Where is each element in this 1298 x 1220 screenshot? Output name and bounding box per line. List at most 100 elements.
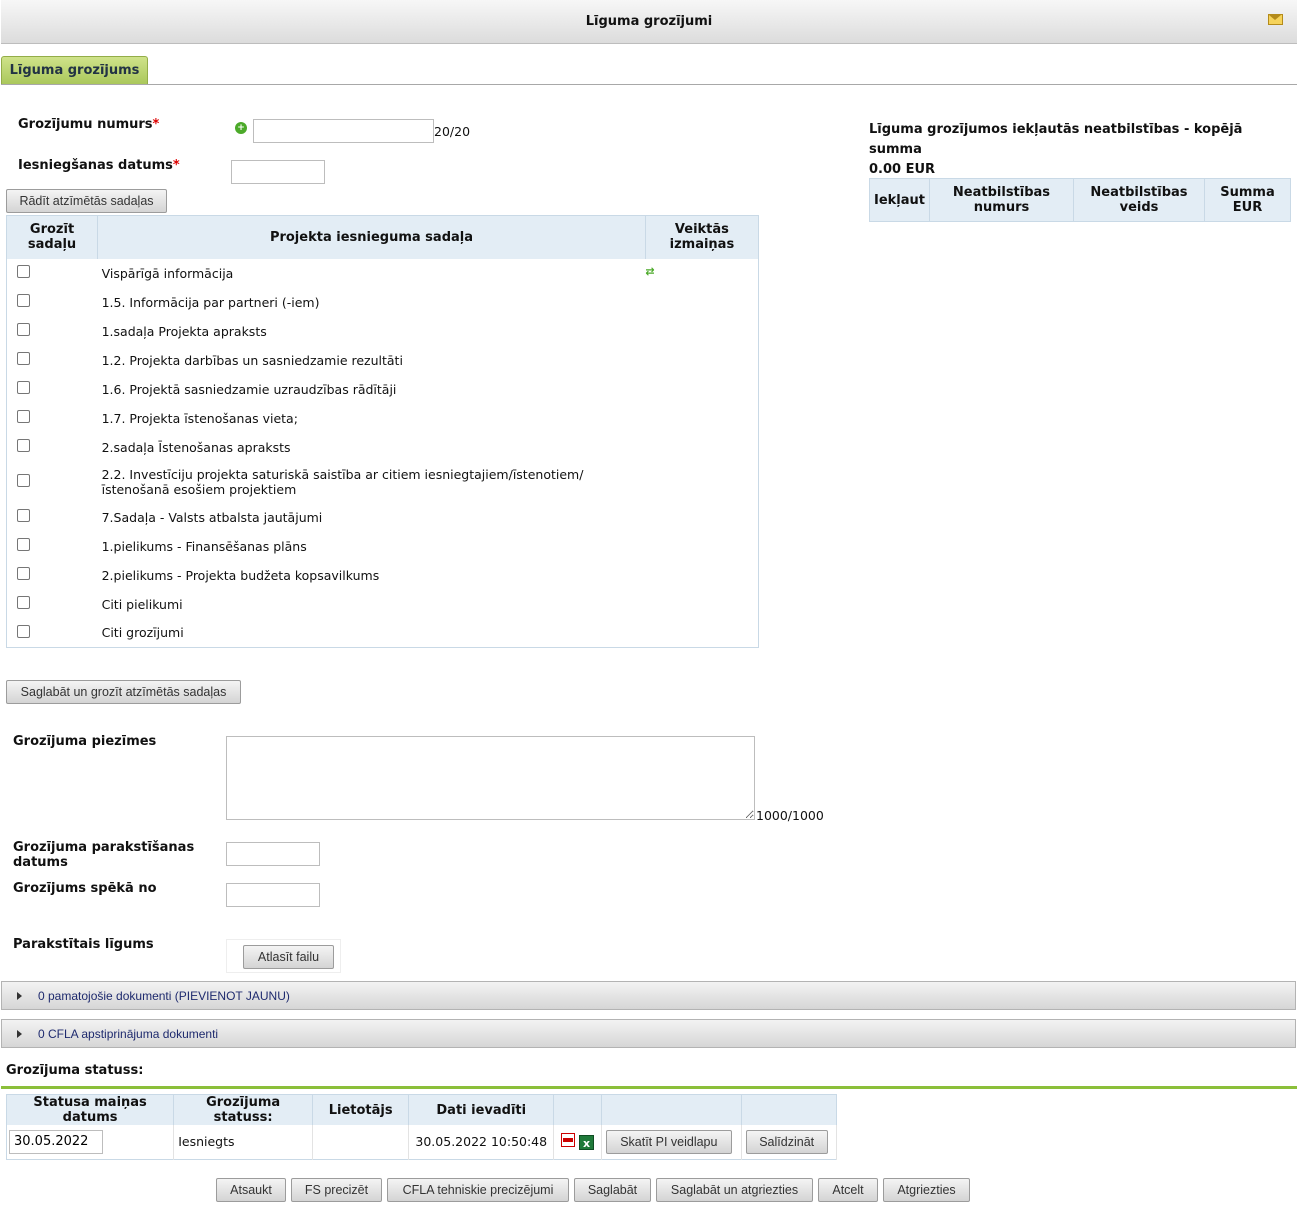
header-amendment-status: Grozījuma statuss: <box>173 1094 314 1125</box>
supporting-documents-accordion[interactable]: 0 pamatojošie dokumenti (PIEVIENOT JAUNU… <box>1 981 1296 1010</box>
section-row: 2.2. Investīciju projekta saturiskā sais… <box>7 462 759 503</box>
section-label: Vispārīgā informācija <box>101 265 234 281</box>
section-row: 1.sadaļa Projekta apraksts <box>7 317 759 346</box>
amendment-number-input[interactable] <box>253 119 434 143</box>
submission-date-input[interactable] <box>231 160 325 184</box>
excel-icon[interactable]: x <box>579 1135 594 1151</box>
save-and-return-button[interactable]: Saglabāt un atgriezties <box>656 1178 813 1202</box>
section-label: 1.2. Projekta darbības un sasniedzamie r… <box>101 352 403 368</box>
tab-divider <box>1 84 1297 85</box>
section-checkbox[interactable] <box>17 352 30 365</box>
section-changes-cell <box>645 375 758 404</box>
header-change-section: Grozīt sadaļu <box>6 215 99 259</box>
save-button[interactable]: Saglabāt <box>574 1178 651 1202</box>
header-data-entered: Dati ievadīti <box>408 1094 555 1125</box>
section-checkbox[interactable] <box>17 509 30 522</box>
add-number-icon[interactable]: + <box>235 122 247 134</box>
compare-button[interactable]: Salīdzināt <box>745 1129 828 1154</box>
return-button[interactable]: Atgriezties <box>883 1178 970 1202</box>
section-checkbox[interactable] <box>17 474 30 487</box>
status-user <box>312 1125 410 1159</box>
section-checkbox-cell <box>7 259 98 288</box>
effective-date-input[interactable] <box>226 883 320 907</box>
section-checkbox[interactable] <box>17 624 30 638</box>
section-changes-cell <box>645 590 758 619</box>
status-row: Iesniegts 30.05.2022 10:50:48 x Skatīt P… <box>6 1125 838 1159</box>
cancel-button[interactable]: Atcelt <box>818 1178 878 1202</box>
section-row: 2.pielikums - Projekta budžeta kopsavilk… <box>7 561 759 590</box>
status-section-label: Grozījuma statuss: <box>6 1063 144 1078</box>
changes-made-icon[interactable]: ⇄ <box>645 265 654 278</box>
section-changes-cell <box>645 532 758 561</box>
nonconformities-header: Iekļaut Neatbilstības numurs Neatbilstīb… <box>869 178 1291 222</box>
notes-textarea[interactable] <box>226 736 755 820</box>
sections-table: Grozīt sadaļu Projekta iesnieguma sadaļa… <box>6 215 759 648</box>
view-cell: Skatīt PI veidlapu <box>601 1125 742 1159</box>
show-marked-sections-button[interactable]: Rādīt atzīmētās sadaļas <box>6 189 167 213</box>
section-checkbox-cell <box>7 532 98 561</box>
section-checkbox-cell <box>7 346 98 375</box>
section-checkbox[interactable] <box>17 294 30 307</box>
save-and-change-sections-button[interactable]: Saglabāt un grozīt atzīmētās sadaļas <box>6 680 241 704</box>
section-changes-cell <box>645 346 758 375</box>
revoke-button[interactable]: Atsaukt <box>216 1178 286 1202</box>
section-row: 2.sadaļa Īstenošanas apraksts <box>7 433 759 462</box>
section-checkbox[interactable] <box>17 265 30 278</box>
section-changes-cell <box>645 404 758 433</box>
compare-cell: Salīdzināt <box>741 1125 838 1159</box>
section-checkbox[interactable] <box>17 323 30 336</box>
section-checkbox-cell <box>7 561 98 590</box>
section-label: Citi grozījumi <box>101 625 184 641</box>
view-pi-form-button[interactable]: Skatīt PI veidlapu <box>605 1129 732 1154</box>
section-checkbox-cell <box>7 462 98 503</box>
section-label: Citi pielikumi <box>101 596 183 612</box>
cfla-documents-accordion[interactable]: 0 CFLA apstiprinājuma dokumenti <box>1 1019 1296 1048</box>
section-checkbox[interactable] <box>17 596 30 609</box>
section-label: 1.sadaļa Projekta apraksts <box>101 323 267 339</box>
amendment-number-counter: 20/20 <box>434 124 471 139</box>
status-value: Iesniegts <box>173 1125 314 1159</box>
section-changes-cell <box>645 619 758 648</box>
section-changes-cell <box>645 288 758 317</box>
mail-icon[interactable] <box>1268 14 1283 25</box>
section-checkbox[interactable] <box>17 567 30 580</box>
header-user: Lietotājs <box>312 1094 410 1125</box>
section-label: 1.pielikums - Finansēšanas plāns <box>101 538 307 554</box>
header-view <box>601 1094 742 1125</box>
signing-date-label: Grozījuma parakstīšanas datums <box>13 840 195 870</box>
header-changes-made: Veiktās izmaiņas <box>645 215 759 259</box>
section-label: 1.6. Projektā sasniedzamie uzraudzības r… <box>101 381 397 397</box>
header-project-section: Projekta iesnieguma sadaļa <box>97 215 646 259</box>
title-bar: Līguma grozījumi <box>1 0 1297 44</box>
nonconformities-summary: Līguma grozījumos iekļautās neatbilstība… <box>869 120 1289 180</box>
tab-contract-amendment[interactable]: Līguma grozījums <box>1 56 148 85</box>
section-checkbox-cell <box>7 404 98 433</box>
export-cell: x <box>553 1125 602 1159</box>
section-label: 1.5. Informācija par partneri (-iem) <box>101 294 320 310</box>
section-checkbox-cell <box>7 375 98 404</box>
section-row: 1.2. Projekta darbības un sasniedzamie r… <box>7 346 759 375</box>
window-title: Līguma grozījumi <box>585 14 713 29</box>
section-checkbox[interactable] <box>17 439 30 452</box>
notes-label: Grozījuma piezīmes <box>13 734 157 749</box>
expand-arrow-icon <box>17 992 22 1000</box>
effective-date-label: Grozījums spēkā no <box>13 881 157 896</box>
header-compare <box>741 1094 838 1125</box>
cfla-documents-label: 0 CFLA apstiprinājuma dokumenti <box>38 1027 219 1041</box>
section-checkbox-cell <box>7 503 98 532</box>
header-nonconformity-number: Neatbilstības numurs <box>929 178 1074 222</box>
signing-date-input[interactable] <box>226 842 320 866</box>
header-nonconformity-type: Neatbilstības veids <box>1073 178 1205 222</box>
section-row: 1.pielikums - Finansēšanas plāns <box>7 532 759 561</box>
status-date-input[interactable] <box>9 1129 103 1154</box>
select-file-button[interactable]: Atlasīt failu <box>243 945 334 969</box>
fs-clarify-button[interactable]: FS precizēt <box>291 1178 382 1202</box>
section-checkbox-cell <box>7 590 98 619</box>
section-row: 1.6. Projektā sasniedzamie uzraudzības r… <box>7 375 759 404</box>
section-checkbox[interactable] <box>17 381 30 394</box>
section-checkbox[interactable] <box>17 410 30 423</box>
section-checkbox[interactable] <box>17 538 30 551</box>
cfla-technical-clarifications-button[interactable]: CFLA tehniskie precizējumi <box>387 1178 569 1202</box>
pdf-icon[interactable] <box>561 1133 576 1148</box>
section-label: 2.2. Investīciju projekta saturiskā sais… <box>101 467 584 497</box>
